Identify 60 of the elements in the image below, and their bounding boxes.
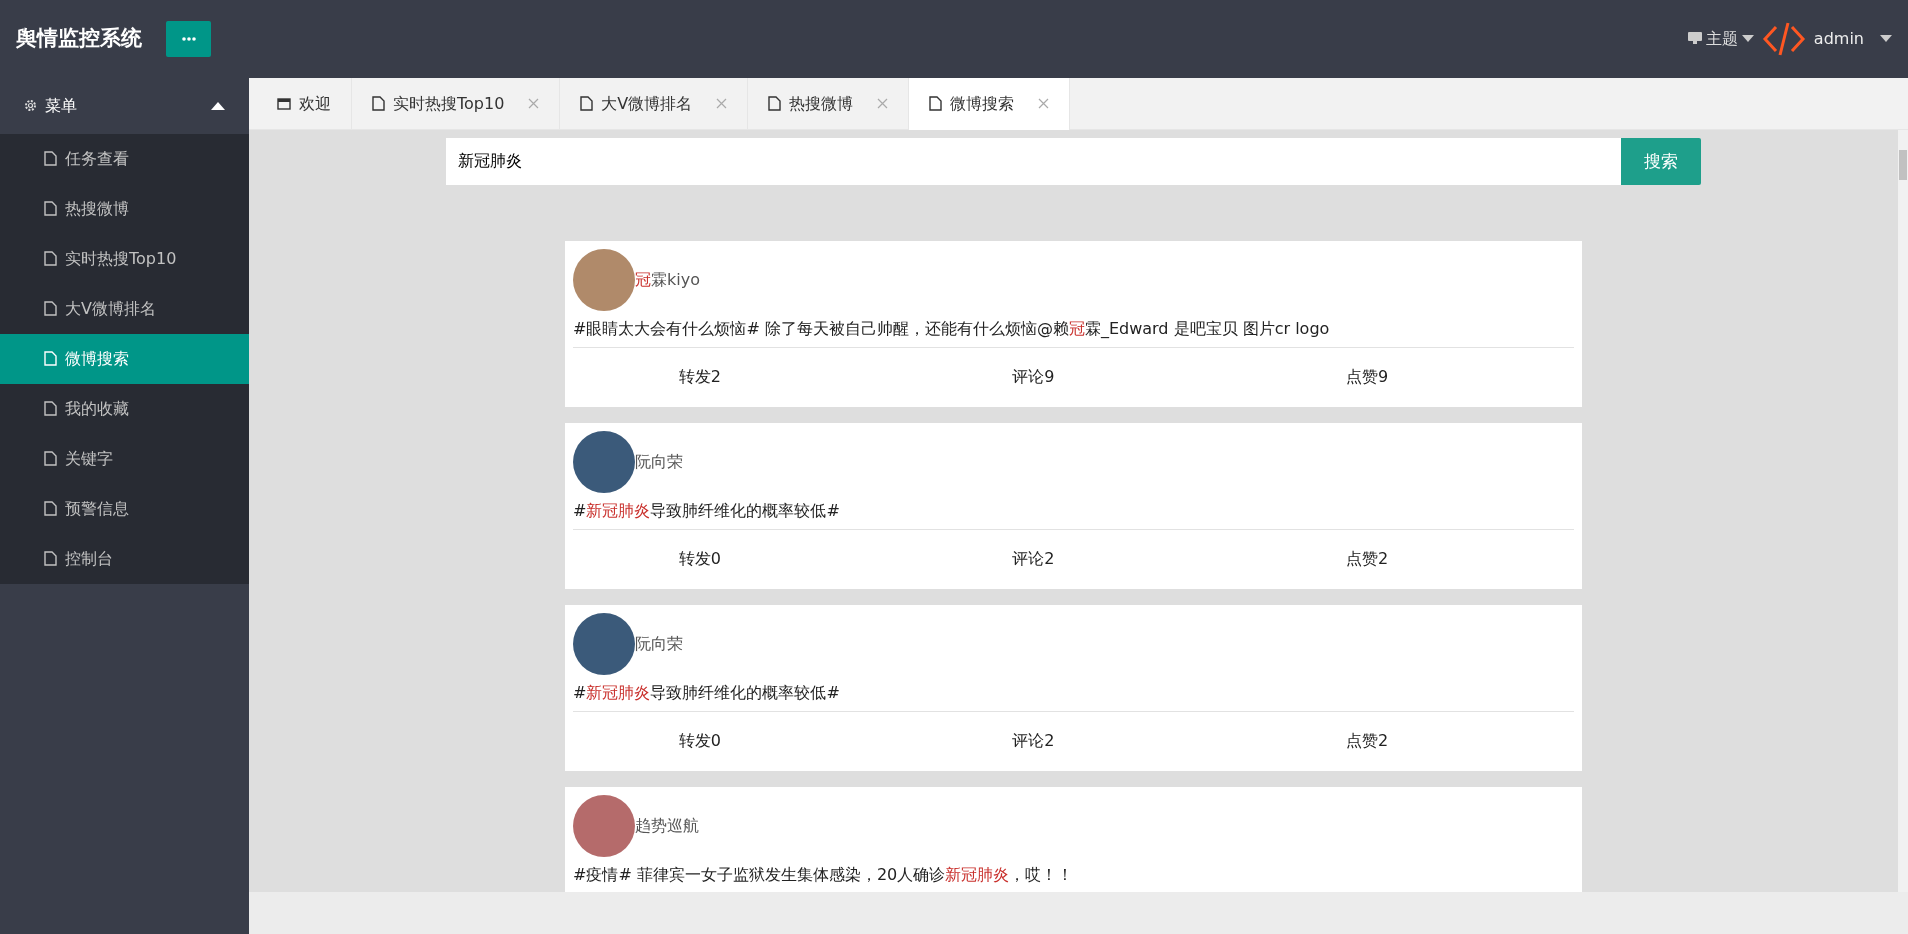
post-text: #眼睛太大会有什么烦恼# 除了每天被自己帅醒，还能有什么烦恼@赖冠霖_Edward 是吧宝贝 图片cr logo: [573, 317, 1331, 340]
action-link[interactable]: 点赞2: [1240, 547, 1574, 572]
author-name[interactable]: 阮向荣: [635, 631, 683, 656]
document-icon: [44, 551, 57, 567]
search-field[interactable]: 新冠肺炎: [446, 137, 1621, 185]
action-link[interactable]: 点赞2: [1240, 729, 1574, 754]
post-text: #新冠肺炎导致肺纤维化的概率较低#: [573, 681, 841, 704]
sidebar-item[interactable]: 微博搜索: [0, 333, 249, 384]
settings-icon: [24, 99, 37, 113]
document-icon: [44, 301, 57, 317]
action-link[interactable]: 评论9: [906, 365, 1241, 390]
author-name[interactable]: 阮向荣: [635, 449, 683, 474]
sidebar-item[interactable]: 热搜微博: [0, 183, 249, 234]
tab[interactable]: 大V微博排名: [560, 77, 749, 130]
user-menu[interactable]: admin: [1813, 26, 1892, 51]
sidebar-item[interactable]: 实时热搜Top10: [0, 233, 249, 284]
action-link[interactable]: 评论2: [906, 547, 1241, 572]
more-icon: [181, 36, 196, 41]
sidebar-item[interactable]: 我的收藏: [0, 383, 249, 434]
document-icon: [44, 201, 57, 217]
document-icon: [768, 96, 782, 112]
tab[interactable]: 实时热搜Top10: [352, 77, 561, 130]
document-icon: [44, 351, 57, 367]
document-icon: [44, 151, 57, 167]
author-name[interactable]: 冠霖kiyo: [635, 267, 700, 292]
close-icon[interactable]: [716, 98, 728, 110]
close-icon[interactable]: [528, 98, 540, 110]
document-icon: [44, 501, 57, 517]
document-icon: [44, 401, 57, 417]
sidebar-item[interactable]: 关键字: [0, 433, 249, 484]
caret-icon: [1880, 35, 1892, 43]
post-text: #新冠肺炎导致肺纤维化的概率较低#: [573, 499, 841, 522]
document-icon: [44, 451, 57, 467]
post-text: #疫情# 菲律宾一女子监狱发生集体感染，20人确诊新冠肺炎，哎！！: [573, 863, 1075, 886]
sidebar-item[interactable]: 控制台: [0, 533, 249, 584]
tab[interactable]: 微博搜索: [909, 77, 1071, 130]
action-link[interactable]: 转发2: [573, 365, 907, 390]
sidebar-item[interactable]: 大V微博排名: [0, 283, 249, 334]
action-link[interactable]: 转发0: [573, 547, 907, 572]
monitor-icon: [1687, 32, 1702, 46]
more-button[interactable]: [166, 20, 211, 57]
document-icon: [580, 96, 594, 112]
menu-title: 菜单: [45, 94, 77, 117]
window-icon: [277, 97, 291, 110]
app-title: 舆情监控系统: [16, 25, 142, 53]
close-icon[interactable]: [1038, 98, 1050, 110]
scrollbar[interactable]: [1898, 129, 1908, 893]
action-link[interactable]: 点赞9: [1240, 365, 1574, 390]
close-icon[interactable]: [877, 98, 889, 110]
action-link[interactable]: 转发0: [573, 729, 907, 754]
document-icon: [44, 251, 57, 267]
theme-menu[interactable]: 主题: [1687, 26, 1754, 51]
author-name[interactable]: 趋势巡航: [635, 813, 699, 838]
action-link[interactable]: 评论2: [906, 729, 1241, 754]
caret-icon: [1741, 35, 1754, 43]
document-icon: [372, 96, 385, 112]
tab[interactable]: 欢迎: [257, 77, 352, 130]
sidebar-item[interactable]: 任务查看: [0, 133, 249, 184]
document-icon: [929, 96, 943, 112]
sidebar-item[interactable]: 预警信息: [0, 483, 249, 534]
